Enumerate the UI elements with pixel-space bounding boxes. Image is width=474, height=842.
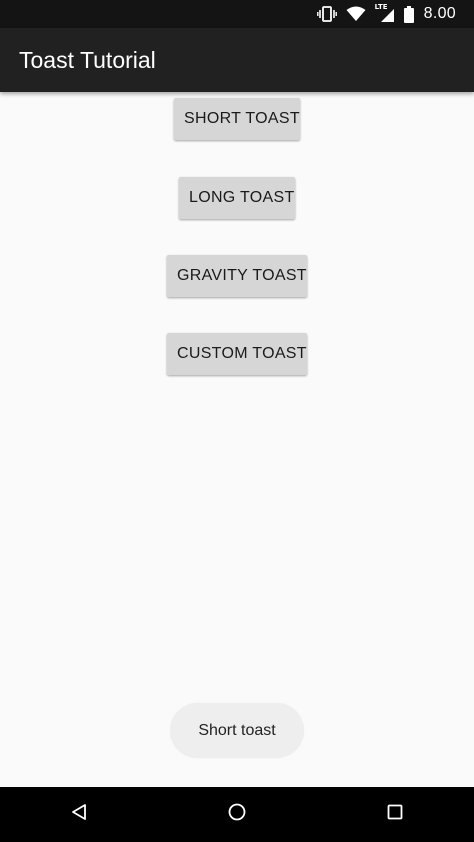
app-bar: Toast Tutorial [0,28,474,92]
toast-message: Short toast [170,703,304,758]
recents-button[interactable] [365,787,425,842]
app-title: Toast Tutorial [19,46,156,73]
home-button[interactable] [207,787,267,842]
gravity-toast-button[interactable]: GRAVITY TOAST [167,255,307,297]
custom-toast-button[interactable]: CUSTOM TOAST [167,333,307,375]
status-time: 8.00 [423,5,456,22]
long-toast-button[interactable]: LONG TOAST [179,177,295,219]
navigation-bar [0,787,474,842]
short-toast-button[interactable]: SHORT TOAST [174,98,300,140]
back-button[interactable] [49,787,109,842]
main-content: SHORT TOAST LONG TOAST GRAVITY TOAST CUS… [0,92,474,787]
wifi-icon [346,6,366,22]
battery-icon [403,5,414,23]
back-icon [70,803,88,826]
recents-icon [386,803,404,826]
home-icon [227,802,247,827]
vibrate-icon [316,6,337,22]
status-bar: LTE 8.00 [0,0,474,28]
lte-signal-icon: LTE [375,3,395,23]
